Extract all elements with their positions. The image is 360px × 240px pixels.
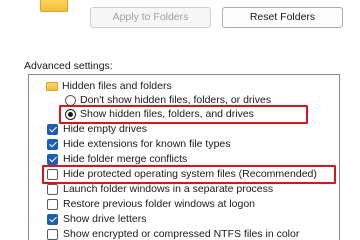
checkbox-unchecked-icon[interactable] — [47, 199, 58, 210]
advanced-settings-tree[interactable]: Hidden files and folders Don't show hidd… — [28, 74, 340, 240]
checkbox-unchecked-icon[interactable] — [47, 184, 58, 195]
tree-group-label: Hidden files and folders — [62, 80, 172, 92]
checkbox-checked-icon[interactable] — [47, 154, 58, 165]
highlight-box-protected-files — [42, 165, 336, 184]
folder-icon — [46, 82, 58, 91]
checkbox-label: Hide extensions for known file types — [63, 138, 231, 150]
advanced-settings-label: Advanced settings: — [24, 60, 113, 72]
apply-to-folders-button[interactable]: Apply to Folders — [90, 7, 211, 28]
checkbox-label: Hide empty drives — [63, 123, 148, 135]
checkbox-label: Restore previous folder windows at logon — [63, 198, 256, 210]
checkbox-label: Launch folder windows in a separate proc… — [63, 183, 274, 195]
checkbox-checked-icon[interactable] — [47, 124, 58, 135]
checkbox-checked-icon[interactable] — [47, 214, 58, 225]
checkbox-label: Show encrypted or compressed NTFS files … — [63, 228, 300, 240]
checkbox-unchecked-icon[interactable] — [47, 229, 58, 240]
highlight-box-show-hidden — [59, 105, 308, 124]
checkbox-checked-icon[interactable] — [47, 139, 58, 150]
folder-icon — [40, 0, 68, 12]
reset-folders-button[interactable]: Reset Folders — [222, 7, 343, 28]
checkbox-label: Show drive letters — [63, 213, 147, 225]
folder-options-view-tab: Apply to Folders Reset Folders Advanced … — [0, 0, 360, 240]
